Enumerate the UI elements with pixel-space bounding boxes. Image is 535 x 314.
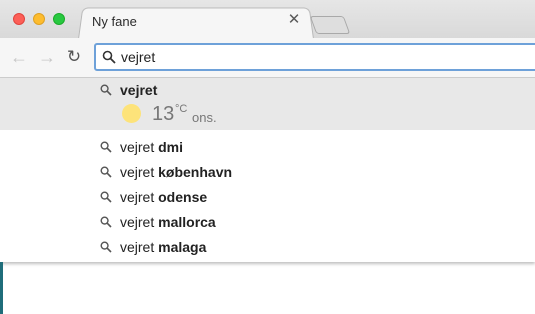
window-minimize-button[interactable] xyxy=(33,13,45,25)
address-bar[interactable]: vejret xyxy=(94,43,535,71)
search-icon xyxy=(100,191,112,203)
browser-window: Ny fane ✕ ← → ↻ vejret vejret 13 °C ons. xyxy=(0,0,535,314)
reload-icon[interactable]: ↻ xyxy=(64,47,84,67)
weather-unit: °C xyxy=(175,103,188,115)
suggestion-item[interactable]: vejret odense xyxy=(0,185,535,210)
suggestion-item[interactable]: vejret mallorca xyxy=(0,210,535,235)
search-icon xyxy=(100,141,112,153)
search-icon xyxy=(100,166,112,178)
search-icon xyxy=(100,216,112,228)
search-icon xyxy=(102,50,116,64)
suggestion-weather[interactable]: vejret 13 °C ons. xyxy=(0,78,535,130)
search-icon xyxy=(100,241,112,253)
suggestion-label: vejret københavn xyxy=(120,164,233,180)
sun-icon xyxy=(122,104,141,123)
window-maximize-button[interactable] xyxy=(53,13,65,25)
tab-title: Ny fane xyxy=(92,14,137,29)
tab-close-icon[interactable]: ✕ xyxy=(286,12,302,28)
new-tab-button[interactable] xyxy=(309,16,351,34)
suggestion-label: vejret odense xyxy=(120,189,208,205)
suggestion-label: vejret xyxy=(120,82,158,98)
back-arrow-icon[interactable]: ← xyxy=(9,47,29,67)
suggestion-label: vejret malaga xyxy=(120,239,207,255)
background-window-edge xyxy=(0,262,3,314)
window-close-button[interactable] xyxy=(13,13,25,25)
suggestion-item[interactable]: vejret malaga xyxy=(0,235,535,260)
suggestion-item[interactable]: vejret københavn xyxy=(0,160,535,185)
weather-temperature: 13 xyxy=(152,103,175,125)
address-bar-text: vejret xyxy=(121,49,156,65)
search-icon xyxy=(100,84,112,96)
suggestion-label: vejret mallorca xyxy=(120,214,216,230)
tab-strip: Ny fane ✕ xyxy=(0,0,535,39)
toolbar: ← → ↻ vejret xyxy=(0,38,535,78)
suggestion-label: vejret dmi xyxy=(120,139,184,155)
suggestion-item[interactable]: vejret dmi xyxy=(0,135,535,160)
weather-day: ons. xyxy=(192,110,217,125)
forward-arrow-icon[interactable]: → xyxy=(37,47,57,67)
suggestion-dropdown: vejret 13 °C ons. vejret dmi vejret købe… xyxy=(0,78,535,262)
